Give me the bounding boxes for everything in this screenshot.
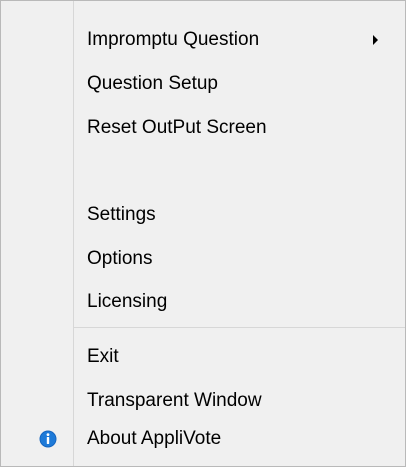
info-icon — [39, 430, 57, 448]
menu-item-reset-output-screen[interactable]: Reset OutPut Screen — [1, 108, 405, 148]
menu-item-question-setup[interactable]: Question Setup — [1, 64, 405, 104]
menu-separator — [74, 327, 405, 328]
menu-item-label: About AppliVote — [87, 428, 222, 449]
menu-item-label: Impromptu Question — [87, 29, 260, 50]
chevron-right-icon — [373, 35, 378, 45]
menu-item-options[interactable]: Options — [1, 239, 405, 279]
menu-item-transparent-window[interactable]: Transparent Window — [1, 381, 405, 421]
menu-item-exit[interactable]: Exit — [1, 337, 405, 377]
menu-item-settings[interactable]: Settings — [1, 195, 405, 235]
menu-item-label: Question Setup — [87, 73, 218, 94]
menu-item-label: Settings — [87, 204, 156, 225]
menu-item-label: Exit — [87, 346, 119, 367]
menu-item-label: Options — [87, 248, 153, 269]
menu-item-label: Transparent Window — [87, 390, 262, 411]
menu-item-about-applivote[interactable]: About AppliVote — [1, 419, 405, 459]
context-menu: Impromptu Question Question Setup Reset … — [0, 0, 406, 467]
menu-item-licensing[interactable]: Licensing — [1, 282, 405, 322]
menu-item-label: Licensing — [87, 291, 168, 312]
menu-item-blank[interactable] — [1, 152, 405, 192]
menu-item-impromptu-question[interactable]: Impromptu Question — [1, 20, 405, 60]
menu-item-label: Reset OutPut Screen — [87, 117, 267, 138]
